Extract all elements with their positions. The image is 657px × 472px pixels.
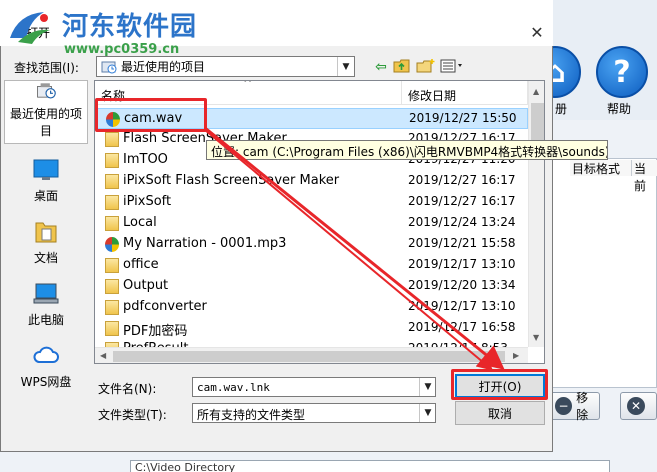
arrow-to-open-button xyxy=(204,126,505,370)
arrow-to-open-button-second xyxy=(204,129,494,371)
annotation-arrows xyxy=(204,126,505,371)
